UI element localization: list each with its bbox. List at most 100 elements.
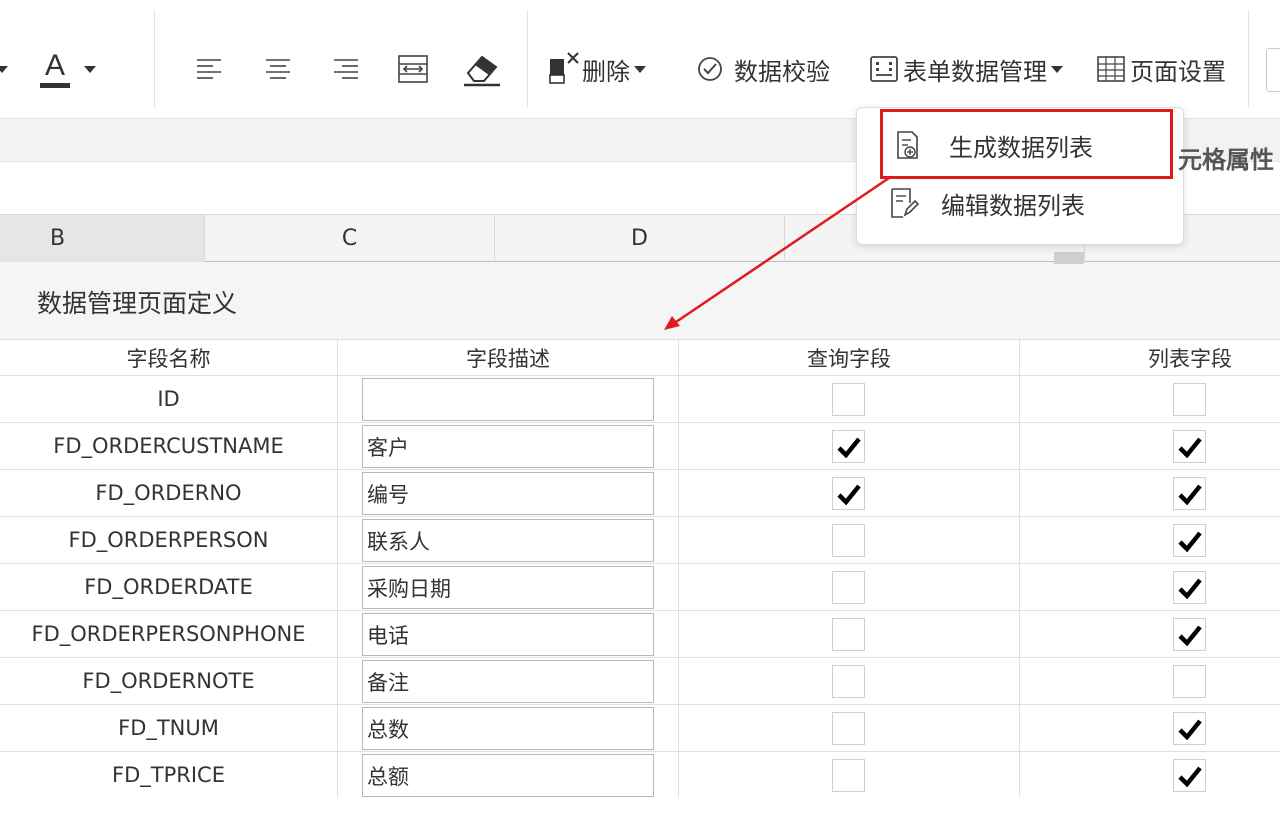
checkmark-icon xyxy=(1177,625,1202,646)
list-field-cell xyxy=(1020,470,1280,516)
table-row: FD_ORDERPERSONPHONE 电话 xyxy=(0,611,1280,658)
validate-icon xyxy=(698,57,722,81)
align-right-icon xyxy=(334,59,358,79)
page-setup-icon xyxy=(1097,56,1125,82)
align-center-button[interactable] xyxy=(264,49,294,89)
list-field-cell xyxy=(1020,423,1280,469)
toolbar: A 删除 数据校验 表单数据管理 页面设置 xyxy=(0,0,1280,118)
query-field-checkbox[interactable] xyxy=(832,430,865,463)
clear-format-button[interactable] xyxy=(462,49,502,89)
table-row: FD_ORDERCUSTNAME 客户 xyxy=(0,423,1280,470)
menu-item-edit-list[interactable]: 编辑数据列表 xyxy=(857,175,1185,231)
column-header-b[interactable]: B xyxy=(0,215,205,262)
checkmark-icon xyxy=(1177,437,1202,458)
font-color-icon: A xyxy=(40,50,70,88)
column-header-c[interactable]: C xyxy=(205,215,495,262)
menu-item-edit-list-label: 编辑数据列表 xyxy=(941,191,1085,220)
list-field-checkbox[interactable] xyxy=(1173,759,1206,792)
table-header-row: 字段名称 字段描述 查询字段 列表字段 xyxy=(0,340,1280,376)
query-field-checkbox[interactable] xyxy=(832,665,865,698)
form-icon xyxy=(870,56,898,82)
cell-properties-label[interactable]: 元格属性 xyxy=(1178,140,1274,175)
list-field-checkbox[interactable] xyxy=(1173,571,1206,604)
header-field-name: 字段名称 xyxy=(0,340,338,375)
page-setup-button[interactable]: 页面设置 xyxy=(1096,49,1226,89)
checkmark-icon xyxy=(1177,578,1202,599)
align-left-icon xyxy=(197,59,221,79)
field-desc-input[interactable]: 电话 xyxy=(362,613,654,656)
field-desc-input[interactable]: 总额 xyxy=(362,754,654,797)
list-field-checkbox[interactable] xyxy=(1173,665,1206,698)
table-row: FD_ORDERPERSON 联系人 xyxy=(0,517,1280,564)
sheet-area: 数据管理页面定义 字段名称 字段描述 查询字段 列表字段 ID FD_ORDERC… xyxy=(0,252,1280,831)
toolbar-divider xyxy=(527,10,528,108)
column-header-d[interactable]: D xyxy=(495,215,785,262)
list-field-checkbox[interactable] xyxy=(1173,477,1206,510)
query-field-checkbox[interactable] xyxy=(832,477,865,510)
checkmark-icon xyxy=(1177,766,1202,787)
field-desc-input[interactable]: 客户 xyxy=(362,425,654,468)
header-field-desc: 字段描述 xyxy=(338,340,679,375)
page-setup-label: 页面设置 xyxy=(1130,57,1226,86)
form-data-management-button[interactable]: 表单数据管理 xyxy=(869,49,1063,89)
list-field-cell xyxy=(1020,517,1280,563)
field-desc-input[interactable] xyxy=(362,378,654,421)
list-field-cell xyxy=(1020,376,1280,422)
align-left-button[interactable] xyxy=(195,49,225,89)
chevron-down-icon[interactable] xyxy=(0,66,8,73)
font-color-button[interactable]: A xyxy=(40,49,96,89)
list-field-cell xyxy=(1020,752,1280,798)
field-name-cell: FD_ORDERCUSTNAME xyxy=(0,423,338,469)
query-field-checkbox[interactable] xyxy=(832,524,865,557)
field-name-cell: FD_ORDERNO xyxy=(0,470,338,516)
toolbar-divider xyxy=(154,10,155,108)
list-field-checkbox[interactable] xyxy=(1173,430,1206,463)
toolbar-divider xyxy=(1248,10,1249,108)
delete-button[interactable]: 删除 xyxy=(546,49,646,89)
query-field-checkbox[interactable] xyxy=(832,759,865,792)
table-row: FD_ORDERNOTE 备注 xyxy=(0,658,1280,705)
query-field-checkbox[interactable] xyxy=(832,618,865,651)
table-row: ID xyxy=(0,376,1280,423)
field-name-cell: FD_ORDERDATE xyxy=(0,564,338,610)
chevron-down-icon xyxy=(1051,65,1063,73)
field-desc-input[interactable]: 备注 xyxy=(362,660,654,703)
table-row: FD_TNUM 总数 xyxy=(0,705,1280,752)
table-row: FD_ORDERNO 编号 xyxy=(0,470,1280,517)
list-field-checkbox[interactable] xyxy=(1173,383,1206,416)
align-right-button[interactable] xyxy=(332,49,362,89)
field-desc-input[interactable]: 联系人 xyxy=(362,519,654,562)
field-desc-input[interactable]: 采购日期 xyxy=(362,566,654,609)
chevron-down-icon[interactable] xyxy=(84,65,96,73)
list-field-cell xyxy=(1020,705,1280,751)
highlight-annotation xyxy=(880,109,1173,179)
checkmark-icon xyxy=(836,484,861,505)
header-list-field: 列表字段 xyxy=(1148,346,1232,371)
field-name-cell: ID xyxy=(0,376,338,422)
field-name-cell: FD_TPRICE xyxy=(0,752,338,798)
checkmark-icon xyxy=(1177,719,1202,740)
eraser-icon xyxy=(464,55,500,87)
field-name-cell: FD_TNUM xyxy=(0,705,338,751)
query-field-checkbox[interactable] xyxy=(832,383,865,416)
data-validation-button[interactable]: 数据校验 xyxy=(696,49,830,89)
table-row: FD_ORDERDATE 采购日期 xyxy=(0,564,1280,611)
field-name-cell: FD_ORDERNOTE xyxy=(0,658,338,704)
toolbar-overflow-box[interactable] xyxy=(1266,48,1280,92)
list-field-checkbox[interactable] xyxy=(1173,524,1206,557)
field-desc-input[interactable]: 总数 xyxy=(362,707,654,750)
list-field-checkbox[interactable] xyxy=(1173,618,1206,651)
field-name-cell: FD_ORDERPERSONPHONE xyxy=(0,611,338,657)
field-desc-input[interactable]: 编号 xyxy=(362,472,654,515)
align-center-icon xyxy=(266,59,290,79)
sheet-title: 数据管理页面定义 xyxy=(37,289,238,318)
header-query-field: 查询字段 xyxy=(679,340,1020,375)
edit-list-icon xyxy=(891,188,919,218)
delete-label: 删除 xyxy=(582,57,630,86)
query-field-checkbox[interactable] xyxy=(832,571,865,604)
checkmark-icon xyxy=(1177,484,1202,505)
merge-cells-button[interactable] xyxy=(397,49,431,89)
scroll-handle[interactable] xyxy=(1054,252,1084,264)
query-field-checkbox[interactable] xyxy=(832,712,865,745)
list-field-checkbox[interactable] xyxy=(1173,712,1206,745)
